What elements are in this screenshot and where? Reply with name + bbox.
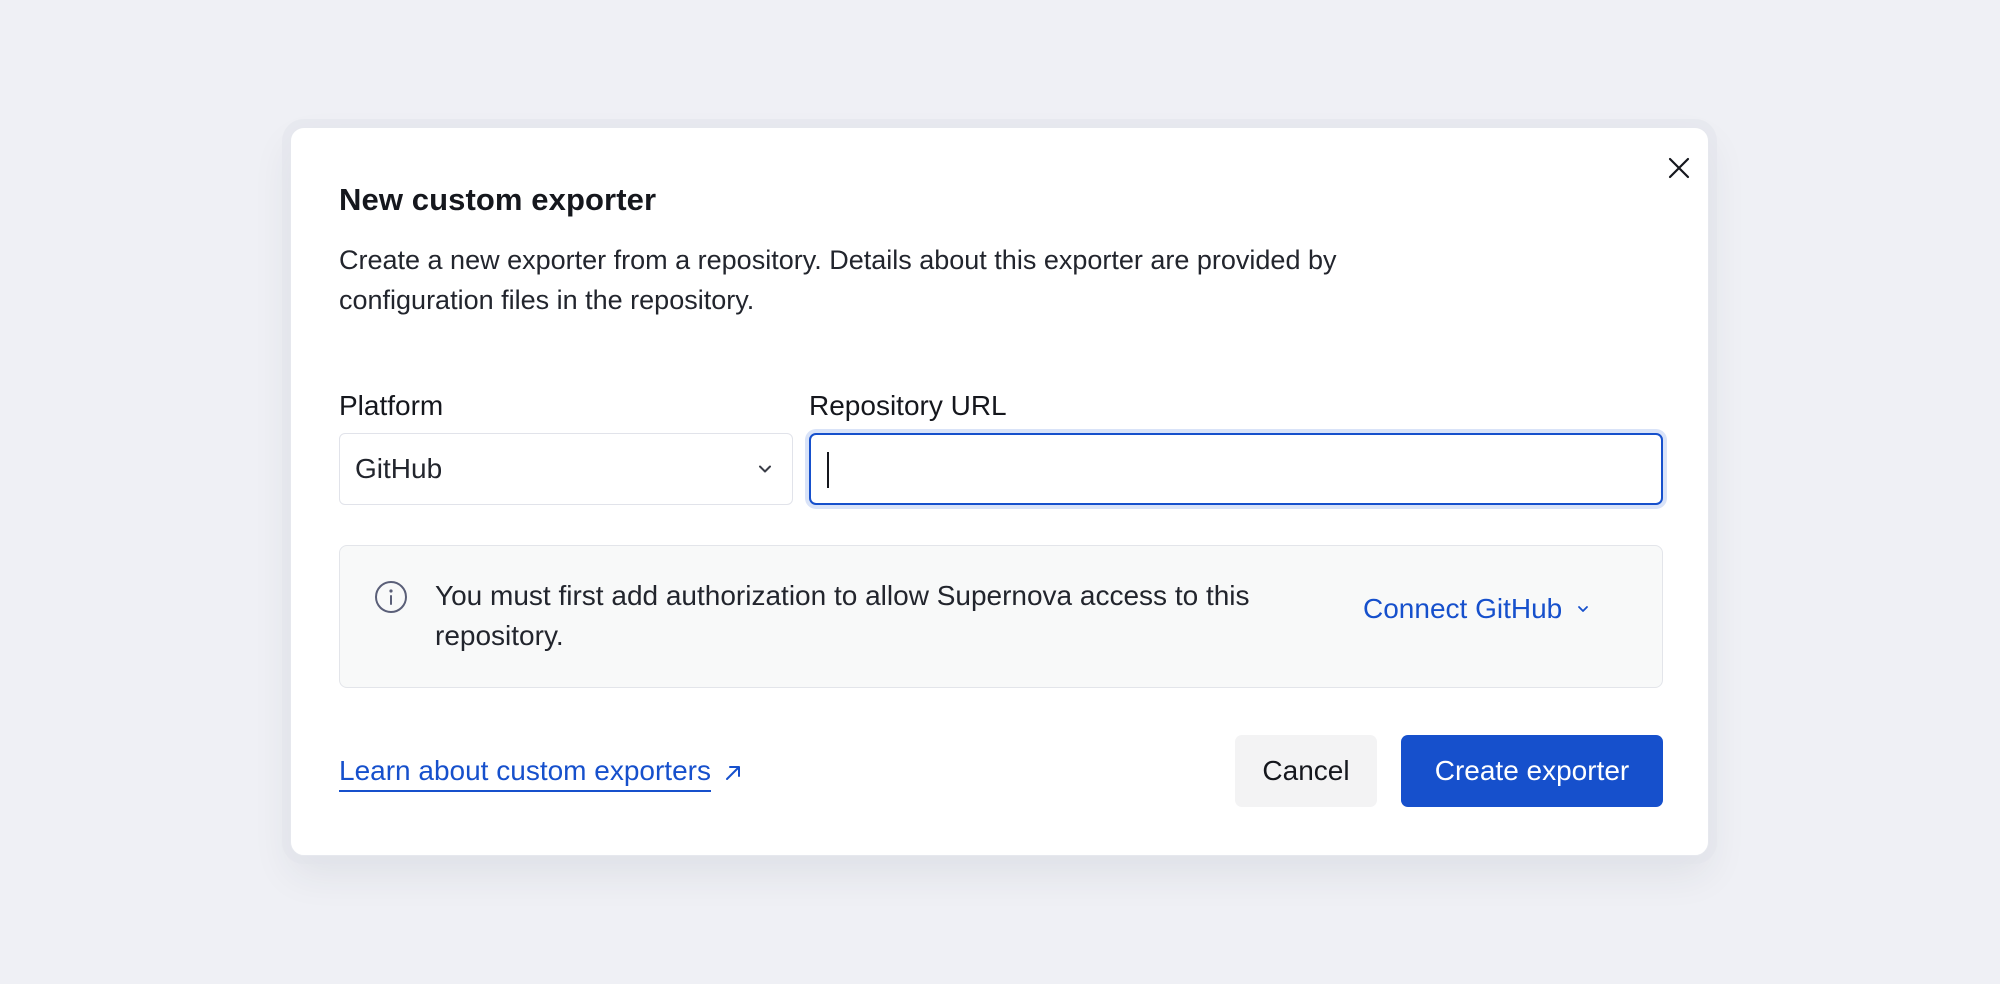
connect-github-button[interactable]: Connect GitHub	[1363, 593, 1590, 625]
learn-link-label: Learn about custom exporters	[339, 754, 711, 792]
dialog-title: New custom exporter	[339, 182, 657, 217]
learn-custom-exporters-link[interactable]: Learn about custom exporters	[339, 754, 743, 792]
repository-url-label: Repository URL	[809, 390, 1007, 421]
authorization-notice-text: You must first add authorization to allo…	[435, 580, 1250, 651]
authorization-notice: You must first add authorization to allo…	[339, 545, 1663, 688]
chevron-down-icon	[1578, 606, 1589, 612]
repository-url-field[interactable]	[809, 433, 1663, 505]
chevron-down-icon	[759, 465, 771, 473]
close-button[interactable]	[1660, 149, 1698, 187]
connect-github-label: Connect GitHub	[1363, 593, 1563, 624]
create-exporter-button[interactable]: Create exporter	[1401, 735, 1663, 807]
dialog-description: Create a new exporter from a repository.…	[339, 245, 1337, 315]
cancel-button[interactable]: Cancel	[1235, 735, 1377, 807]
platform-label: Platform	[339, 390, 444, 421]
close-icon	[1668, 157, 1690, 179]
repository-url-input[interactable]	[825, 435, 1647, 503]
platform-select-value: GitHub	[355, 453, 443, 484]
platform-select[interactable]: GitHub	[339, 433, 793, 505]
text-cursor	[827, 452, 829, 488]
custom-exporter-dialog: New custom exporter Create a new exporte…	[290, 127, 1709, 856]
external-arrow-icon	[725, 766, 740, 780]
info-icon	[375, 581, 407, 613]
